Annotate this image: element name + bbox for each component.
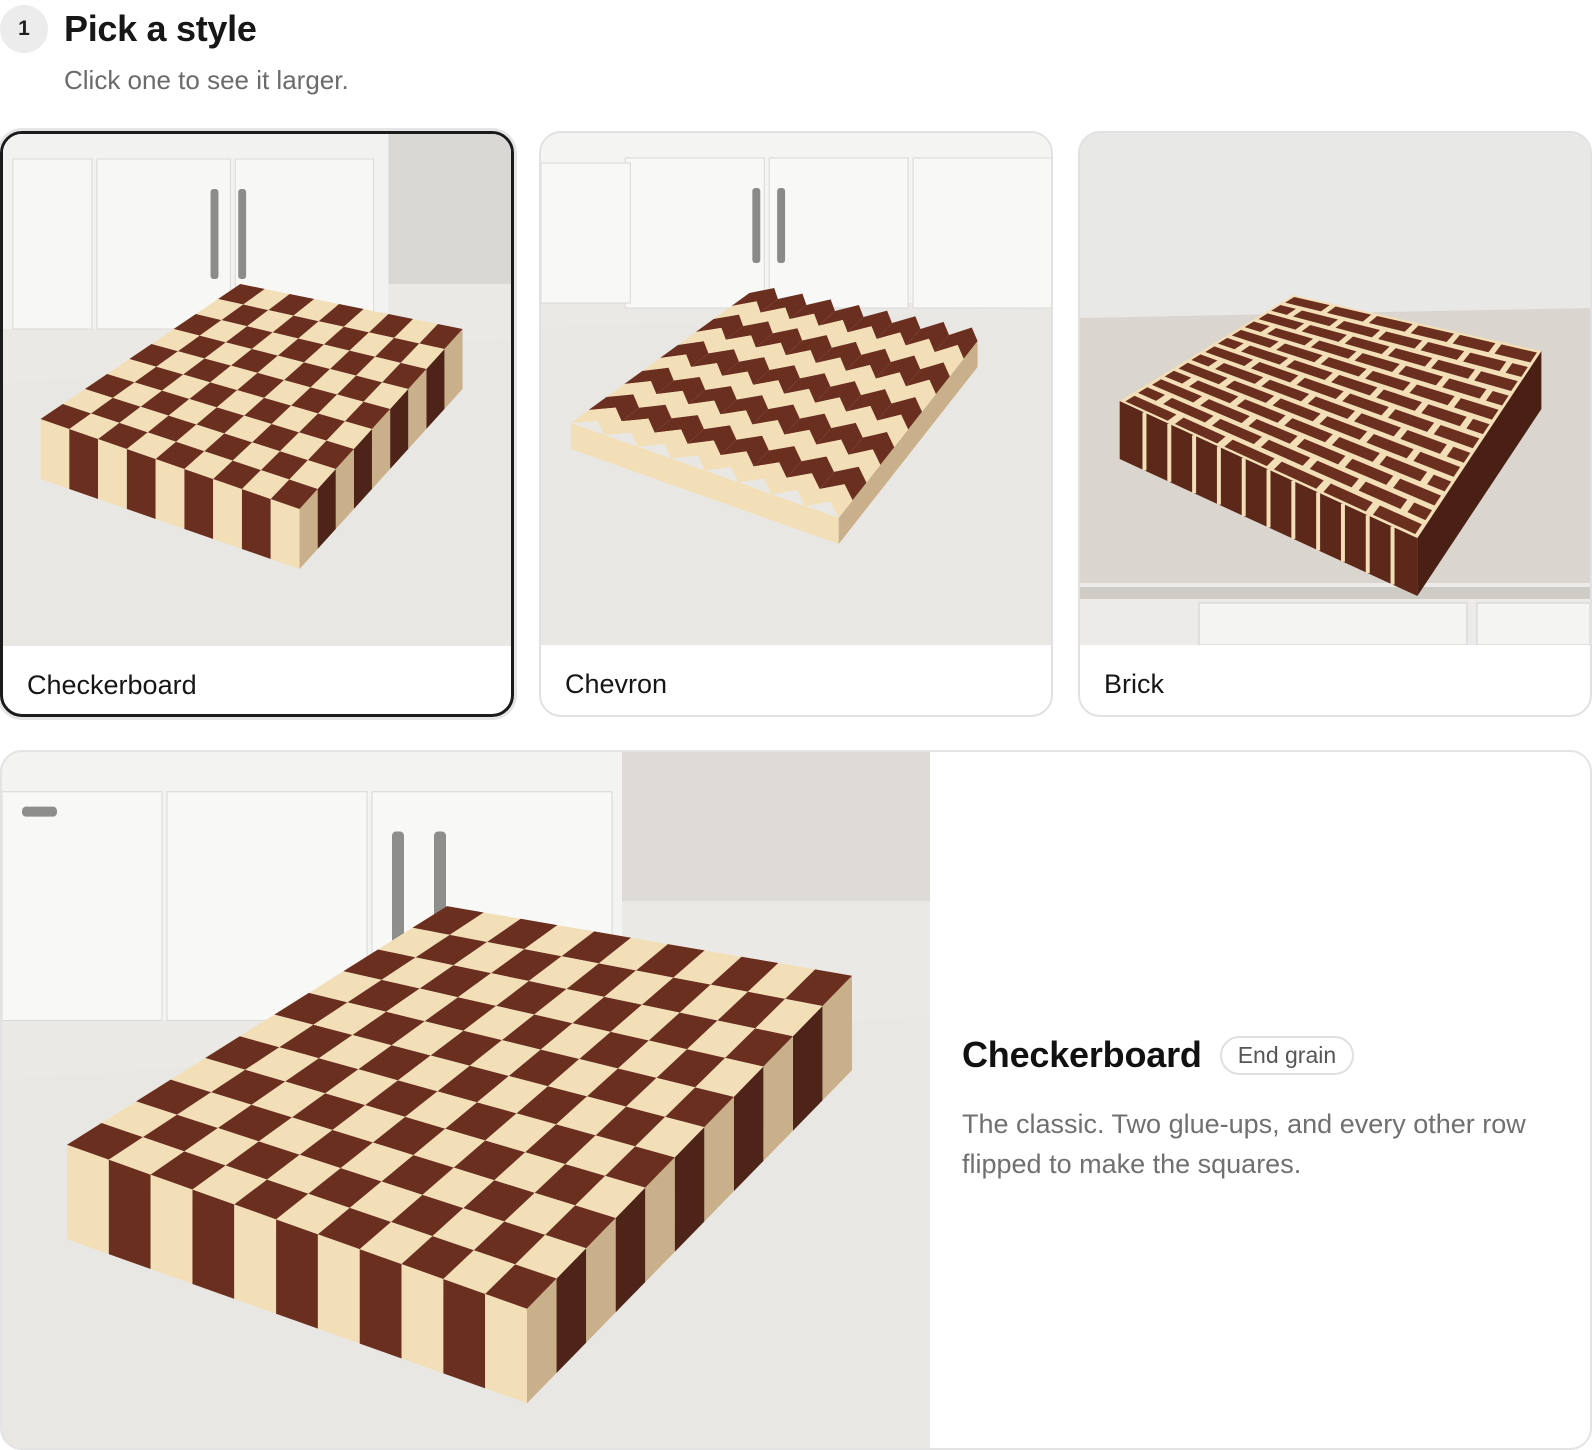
- board-front-strip: [485, 1293, 527, 1404]
- board-front-strip: [270, 499, 300, 569]
- style-card-checkerboard[interactable]: Checkerboard: [0, 131, 514, 717]
- style-card-brick[interactable]: Brick: [1078, 131, 1592, 717]
- board-front-strip: [40, 419, 70, 489]
- style-card-label: Checkerboard: [27, 670, 197, 700]
- brick-joint: [1390, 526, 1395, 585]
- brick-joint: [1241, 458, 1246, 517]
- brick-joint: [1291, 480, 1296, 539]
- detail-title: Checkerboard: [962, 1034, 1202, 1075]
- style-card-chevron[interactable]: Chevron: [539, 131, 1053, 717]
- style-card-label: Brick: [1104, 669, 1164, 699]
- brick-joint: [1365, 515, 1370, 574]
- detail-info-panel: Checkerboard End grain The classic. Two …: [962, 1034, 1562, 1184]
- step-subtitle: Click one to see it larger.: [64, 65, 349, 95]
- chevron-preview-image: [541, 133, 1051, 645]
- board-front-strip: [155, 459, 185, 529]
- board-front-strip: [126, 449, 156, 519]
- board-front-strip: [443, 1278, 486, 1389]
- board-front-strip: [359, 1249, 402, 1359]
- board-front-strip: [150, 1174, 193, 1284]
- board-front-strip: [276, 1219, 318, 1329]
- brick-joint: [1316, 492, 1321, 551]
- board-front-strip: [234, 1204, 277, 1314]
- board-front-strip: [108, 1159, 151, 1270]
- brick-joint: [1142, 412, 1147, 471]
- step-number-badge: 1: [0, 5, 48, 53]
- board-front-strip: [317, 1234, 360, 1344]
- brick-preview-image: [1080, 133, 1590, 645]
- selected-style-detail: Checkerboard End grain The classic. Two …: [0, 750, 1592, 1450]
- board-front-strip: [69, 429, 99, 499]
- brick-joint: [1266, 469, 1271, 528]
- board-front-strip: [213, 479, 242, 549]
- checkerboard-large-image: [2, 752, 930, 1448]
- board-front-strip: [401, 1264, 444, 1374]
- checkerboard-preview-image: [3, 134, 511, 646]
- brick-joint: [1167, 423, 1172, 482]
- brick-joint: [1192, 435, 1197, 494]
- step-title: Pick a style: [64, 8, 257, 49]
- board-front-strip: [241, 489, 271, 559]
- brick-joint: [1216, 446, 1221, 505]
- grain-badge: End grain: [1219, 1035, 1355, 1075]
- board-front-strip: [184, 469, 214, 539]
- style-card-label: Chevron: [565, 669, 668, 699]
- brick-joint: [1340, 503, 1345, 562]
- board-front-strip: [192, 1189, 235, 1299]
- detail-description: The classic. Two glue-ups, and every oth…: [962, 1109, 1526, 1179]
- board-front-strip: [67, 1144, 109, 1255]
- board-front-strip: [98, 439, 127, 509]
- detail-title-row: Checkerboard End grain: [962, 1034, 1562, 1076]
